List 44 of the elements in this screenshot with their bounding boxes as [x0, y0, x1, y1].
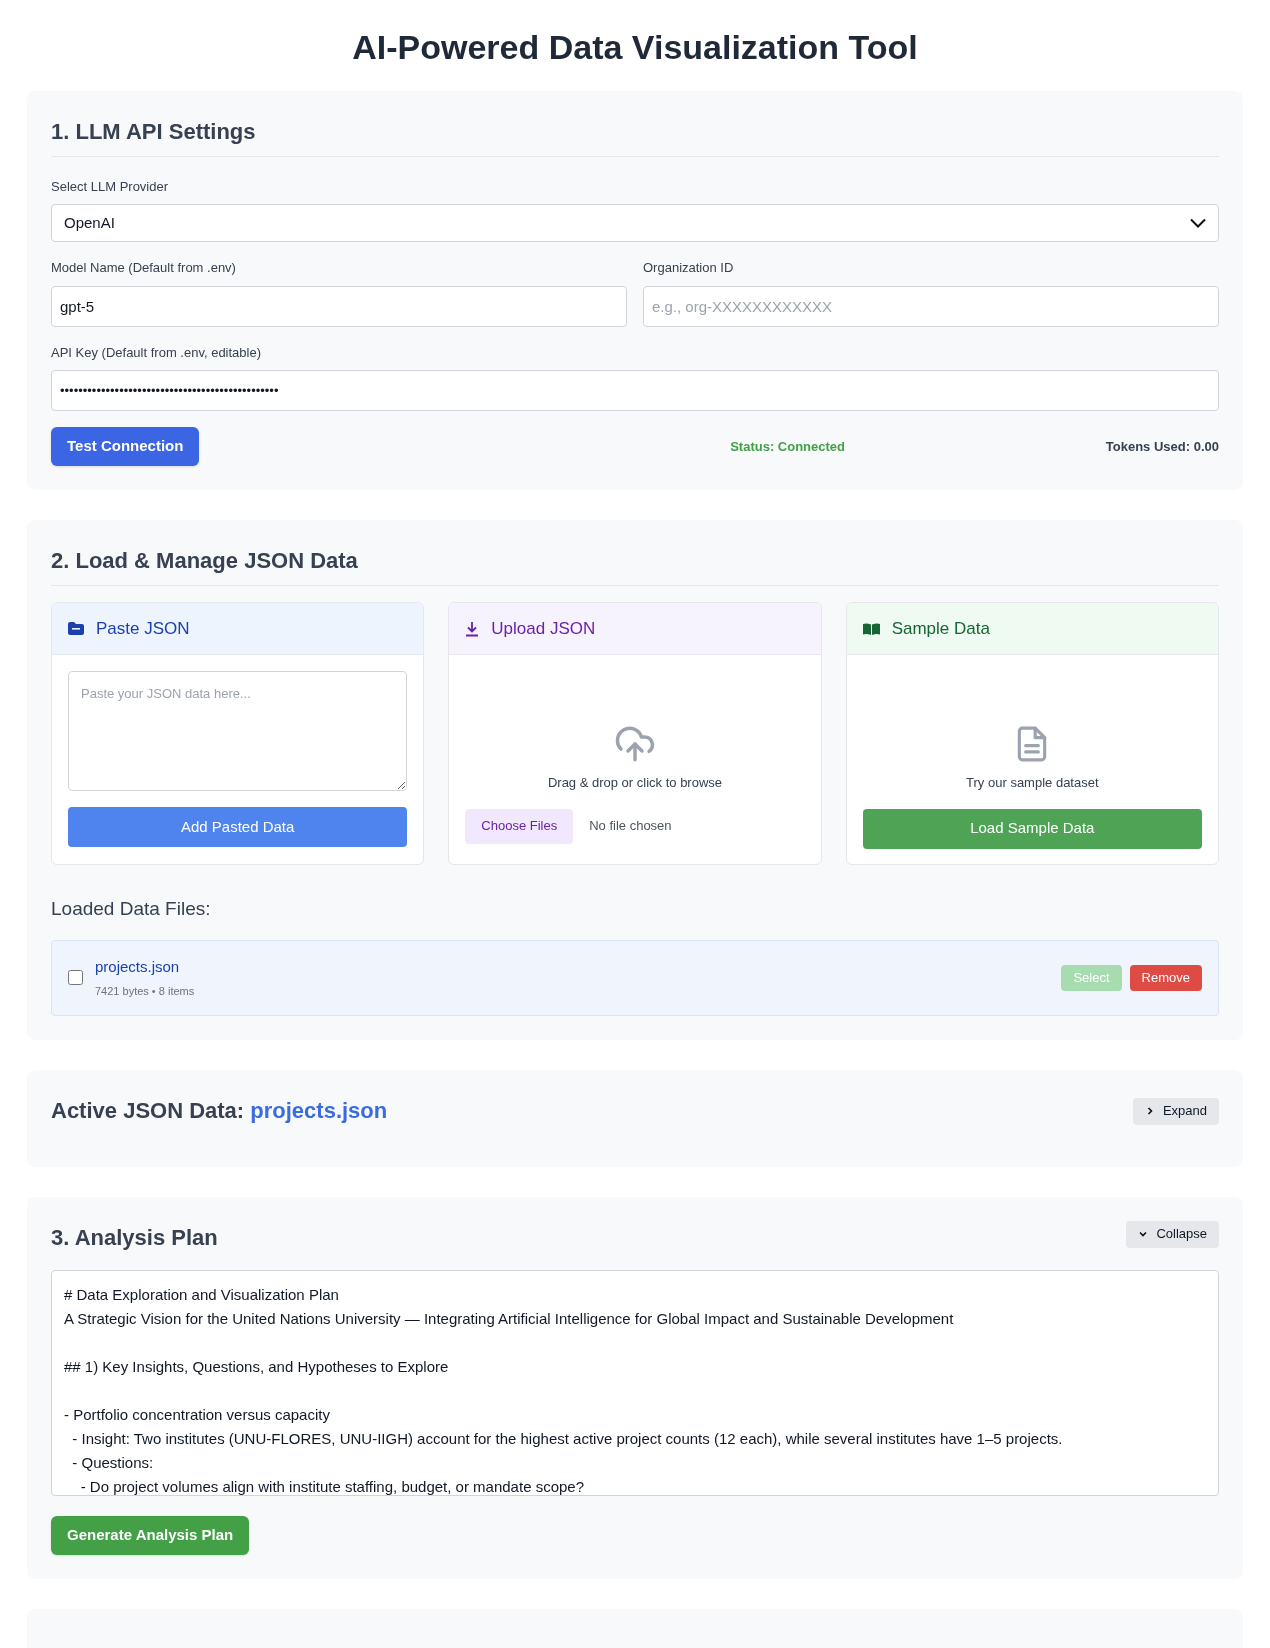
- provider-select[interactable]: OpenAI: [51, 204, 1219, 242]
- file-meta: 7421 bytes • 8 items: [95, 983, 195, 999]
- section-heading: 1. LLM API Settings: [51, 114, 1219, 157]
- card-title: Upload JSON: [491, 617, 596, 640]
- folder-icon: [68, 622, 84, 635]
- plan-line: - Questions:: [71, 1452, 154, 1473]
- sample-hint: Try our sample dataset: [966, 774, 1099, 792]
- remove-button[interactable]: Remove: [1129, 964, 1202, 991]
- tokens-used: Tokens Used: 0.00: [1105, 437, 1219, 456]
- download-icon: [465, 620, 480, 637]
- plan-line: # Data Exploration and Visualization Plan: [64, 1284, 339, 1305]
- page-title: AI-Powered Data Visualization Tool: [351, 27, 919, 68]
- file-name-link[interactable]: projects.json: [95, 956, 195, 979]
- test-connection-button[interactable]: Test Connection: [51, 427, 200, 466]
- plan-line: - Insight: Two institutes (UNU-FLORES, UNU-IIGH) account for the highest active project counts (12 each), while several institutes have 1–5 projects.: [71, 1428, 1063, 1449]
- loaded-files-heading: Loaded Data Files:: [51, 897, 212, 921]
- field-label: Select LLM Provider: [51, 177, 170, 196]
- chevron-down-icon: [1190, 218, 1206, 228]
- card-title: Sample Data: [891, 617, 990, 640]
- field-label: Organization ID: [643, 259, 735, 277]
- file-checkbox[interactable]: [68, 970, 83, 985]
- model-name-field[interactable]: gpt-5: [51, 285, 627, 327]
- expand-button[interactable]: Expand: [1132, 1097, 1219, 1125]
- plan-line: ## 1) Key Insights, Questions, and Hypotheses to Explore: [64, 1356, 449, 1377]
- field-label: Model Name (Default from .env): [51, 259, 237, 277]
- plan-line: - Portfolio concentration versus capacity: [64, 1404, 330, 1425]
- section-heading: 2. Load & Manage JSON Data: [51, 544, 1219, 586]
- active-data-heading: Active JSON Data: projects.json: [51, 1096, 388, 1125]
- api-key-field[interactable]: ••••••••••••••••••••••••••••••••••••••••••••••••: [51, 370, 1219, 411]
- file-status: No file chosen: [589, 817, 672, 836]
- choose-files-button[interactable]: Choose Files: [465, 808, 574, 844]
- plan-line: A Strategic Vision for the United Nations University — Integrating Artificial Intelligence for Global Impact and Sustainable Development: [64, 1308, 954, 1329]
- card-title: Paste JSON: [96, 617, 190, 640]
- organization-id-field[interactable]: e.g., org-XXXXXXXXXXXX: [643, 285, 1219, 327]
- plan-text-area[interactable]: [51, 1269, 1219, 1496]
- json-text-area[interactable]: Paste your JSON data here...: [68, 671, 408, 791]
- field-label: API Key (Default from .env, editable): [51, 343, 263, 362]
- connection-status: Status: Connected: [729, 437, 845, 456]
- section-heading: 3. Analysis Plan: [51, 1223, 218, 1252]
- plan-line: - Do project volumes align with institute staffing, budget, or mandate scope?: [79, 1476, 584, 1495]
- collapse-button[interactable]: Collapse: [1126, 1220, 1219, 1248]
- drop-hint: Drag & drop or click to browse: [547, 774, 723, 792]
- add-pasted-data-button[interactable]: Add Pasted Data: [68, 807, 408, 847]
- book-icon: [862, 622, 880, 635]
